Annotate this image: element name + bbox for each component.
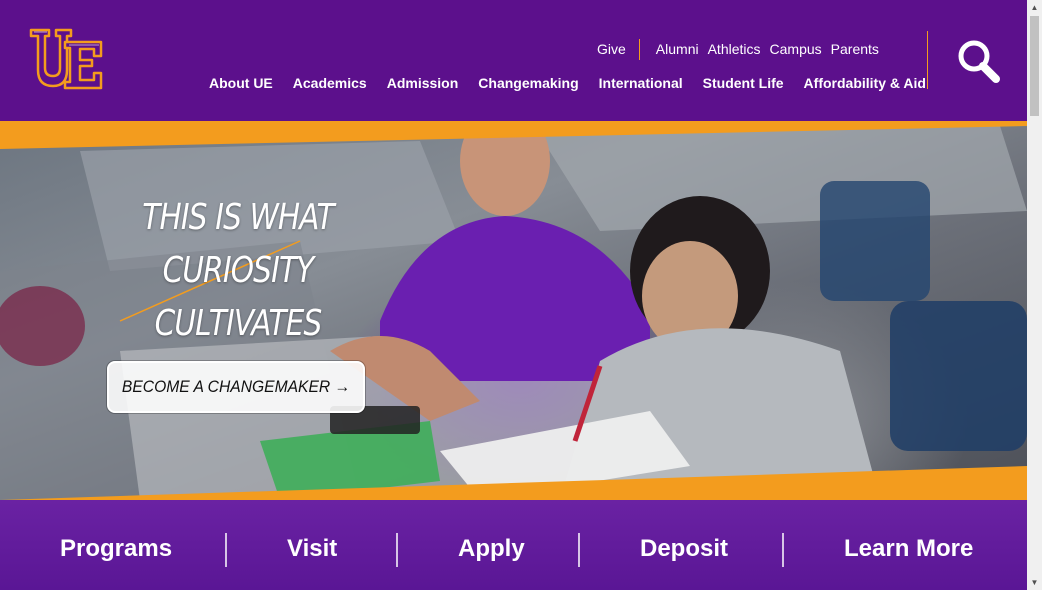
orange-accent-top: [0, 121, 1027, 149]
give-link[interactable]: Give: [590, 41, 633, 57]
nav-about-ue[interactable]: About UE: [209, 75, 273, 91]
quick-links-divider: [782, 533, 784, 567]
orange-accent-bottom: [0, 466, 1027, 502]
visit-link[interactable]: Visit: [287, 535, 337, 563]
scrollbar-thumb[interactable]: [1030, 16, 1039, 116]
campus-link[interactable]: Campus: [770, 41, 822, 57]
quick-links-bar: Programs Visit Apply Deposit Learn More: [0, 500, 1027, 590]
tagline-line-3: CULTIVATES: [154, 303, 323, 344]
search-button[interactable]: [955, 38, 1003, 84]
become-changemaker-button[interactable]: BECOME A CHANGEMAKER →: [107, 361, 365, 413]
athletics-link[interactable]: Athletics: [708, 41, 761, 57]
nav-student-life[interactable]: Student Life: [703, 75, 784, 91]
apply-link[interactable]: Apply: [458, 535, 525, 563]
hero-tagline: THIS IS WHAT CURIOSITY CULTIVATES: [118, 191, 358, 350]
scroll-up-arrow-icon[interactable]: ▲: [1027, 0, 1042, 15]
nav-changemaking[interactable]: Changemaking: [478, 75, 578, 91]
quick-links-divider: [578, 533, 580, 567]
nav-affordability-aid[interactable]: Affordability & Aid: [804, 75, 926, 91]
tagline-line-1: THIS IS WHAT: [142, 197, 334, 238]
search-icon: [958, 40, 1000, 83]
site-header: Give Alumni Athletics Campus Parents Abo…: [0, 0, 1027, 121]
quick-links-divider: [225, 533, 227, 567]
programs-link[interactable]: Programs: [60, 535, 172, 563]
ue-logo[interactable]: [29, 28, 105, 92]
alumni-link[interactable]: Alumni: [656, 41, 699, 57]
learn-more-link[interactable]: Learn More: [844, 535, 973, 563]
deposit-link[interactable]: Deposit: [640, 535, 728, 563]
parents-link[interactable]: Parents: [831, 41, 879, 57]
tagline-line-2: CURIOSITY: [162, 250, 315, 291]
hero-banner: THIS IS WHAT CURIOSITY CULTIVATES BECOME…: [0, 121, 1027, 500]
nav-international[interactable]: International: [599, 75, 683, 91]
utility-nav: Give Alumni Athletics Campus Parents: [590, 38, 888, 60]
header-divider: [927, 31, 928, 89]
cta-label: BECOME A CHANGEMAKER →: [121, 377, 351, 396]
nav-admission[interactable]: Admission: [387, 75, 459, 91]
utility-divider: [638, 38, 640, 60]
quick-links-divider: [396, 533, 398, 567]
nav-academics[interactable]: Academics: [293, 75, 367, 91]
scroll-down-arrow-icon[interactable]: ▼: [1027, 575, 1042, 590]
main-nav: About UE Academics Admission Changemakin…: [209, 75, 926, 91]
page-scrollbar[interactable]: ▲ ▼: [1027, 0, 1042, 590]
